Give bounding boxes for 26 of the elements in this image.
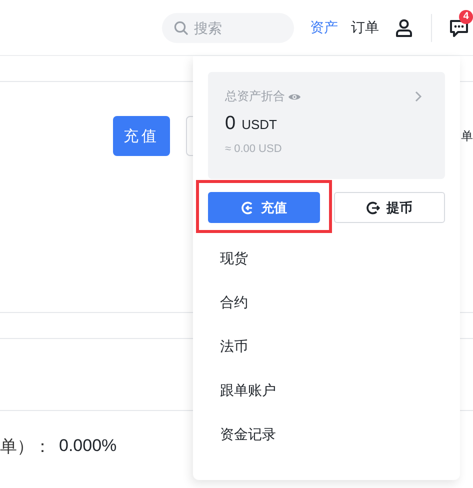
balance-amount: 0 [225,113,236,135]
user-icon[interactable] [395,18,413,36]
search-icon [174,20,188,34]
menu-item[interactable]: 法币 [208,324,445,368]
chevron-right-icon [415,91,422,102]
balance-unit: USDT [242,117,277,132]
deposit-button[interactable]: 充值 [113,116,170,156]
deposit-button[interactable]: 充值 [208,192,320,223]
withdraw-icon [366,200,380,214]
nav-link[interactable]: 订单 [351,18,379,36]
balance-approx: ≈ 0.00 USD [225,143,283,155]
search-field[interactable]: 搜索 [162,12,294,42]
balance-title: 总资产折合 [225,88,285,105]
menu-item[interactable]: 合约 [208,280,445,324]
chat-icon[interactable] [449,18,469,38]
rate-value: 0.000% [59,436,117,456]
menu-item[interactable]: 跟单账户 [208,368,445,412]
notification-badge: 4 [459,10,473,24]
column-text: 单 [461,128,473,145]
menu-item[interactable]: 资金记录 [208,412,445,456]
menu-item[interactable]: 现货 [208,236,445,280]
rate-label: 单）： [0,436,51,458]
nav-link[interactable]: 资产 [310,18,338,36]
deposit-icon [240,200,255,214]
balance-card[interactable]: 总资产折合 0 USDT ≈ 0.00 USD [208,72,445,179]
withdraw-button[interactable]: 提币 [334,192,445,223]
